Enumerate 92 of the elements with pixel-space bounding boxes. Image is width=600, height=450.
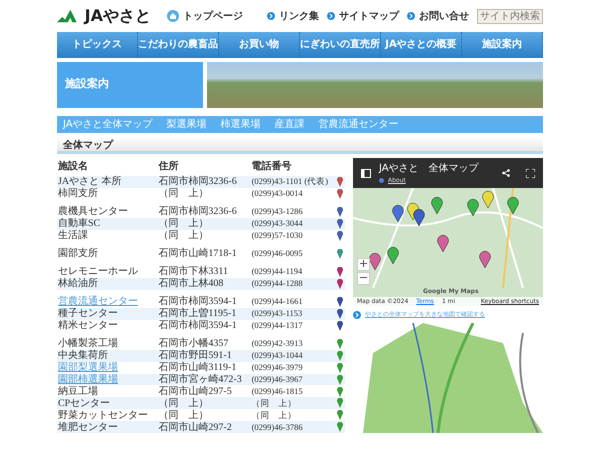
facility-link[interactable]: 園部梨選果場: [58, 362, 118, 374]
phone-text: (0299)43-1286: [252, 206, 303, 216]
column-header: 施設名: [57, 158, 158, 176]
subnav-link[interactable]: 営農流通センター: [318, 116, 399, 133]
phone-text: (0299)43-1153: [252, 308, 302, 318]
address-text: 石岡市柿岡3236-6: [158, 206, 237, 218]
header-link[interactable]: リンク集: [267, 8, 319, 24]
home-icon: [167, 10, 179, 22]
subnav-link[interactable]: 梨選果場: [166, 116, 207, 133]
facility-name: 堆肥センター: [58, 422, 118, 433]
facility-name: 精米センター: [58, 320, 118, 332]
facility-name: 納豆工場: [58, 386, 98, 397]
facility-name: 農機具センター: [58, 206, 128, 218]
logo-icon: [57, 9, 77, 23]
page-title: 施設案内: [57, 62, 203, 108]
facility-link[interactable]: 営農流通センター: [58, 296, 138, 308]
phone-text: (0299)44-1661: [252, 296, 303, 306]
phone-text: （同 上）: [252, 410, 297, 420]
arrow-circle-icon: [353, 310, 361, 318]
facility-name: セレモニーホール: [58, 266, 138, 278]
phone-text: (0299)44-1317: [252, 320, 303, 330]
phone-text: （同 上）: [252, 398, 297, 408]
info-icon: [379, 178, 384, 183]
nav-item[interactable]: こだわりの農畜品: [138, 32, 219, 58]
facility-name: 自動車SC: [58, 218, 100, 230]
map-title: JAやさと 全体マップ: [379, 162, 479, 176]
facility-name: 生活課: [58, 230, 88, 241]
arrow-circle-icon: [407, 12, 415, 20]
facility-name: 林給油所: [58, 278, 98, 290]
facility-name: 小幡製茶工場: [58, 338, 118, 350]
phone-text: (0299)46-0095: [252, 248, 303, 258]
phone-text: (0299)43-0014: [252, 188, 303, 198]
address-text: 石岡市山崎1718-1: [158, 248, 237, 260]
phone-text: (0299)46-3979: [252, 362, 303, 372]
search-field[interactable]: サイト内検索: [477, 8, 543, 24]
nav-item[interactable]: JAやさとの概要: [381, 32, 462, 58]
nav-item[interactable]: トピックス: [57, 32, 138, 58]
nav-item[interactable]: お買い物: [219, 32, 300, 58]
logo-text: JAやさと: [84, 5, 151, 27]
column-header: 電話番号: [250, 160, 293, 174]
address-text: 石岡市柿岡3594-1: [158, 296, 237, 308]
header-link[interactable]: サイトマップ: [327, 8, 399, 24]
arrow-circle-icon: [267, 12, 275, 20]
section-title: 全体マップ: [57, 137, 543, 154]
phone-text: (0299)43-3044: [252, 218, 303, 228]
facility-name: 園部支所: [58, 248, 98, 260]
address-text: （同 上）: [158, 410, 208, 421]
subnav-link[interactable]: JAやさと全体マップ: [63, 116, 153, 133]
plus-icon: [360, 260, 367, 268]
column-header: 住所: [157, 158, 251, 176]
facility-name: 中央集荷所: [58, 350, 108, 362]
facility-name: 柿岡支所: [58, 188, 98, 200]
address-text: 石岡市上林408: [158, 278, 224, 290]
fullscreen-icon: [526, 168, 535, 178]
address-text: 石岡市山崎297-2: [158, 422, 232, 433]
subnav-link[interactable]: 産直課: [274, 116, 305, 133]
zoom-in-button[interactable]: [357, 258, 370, 271]
address-text: 石岡市宮ヶ崎472-3: [158, 374, 242, 385]
facility-name: JAやさと 本所: [58, 176, 122, 188]
address-text: （同 上）: [158, 230, 208, 241]
address-text: 石岡市小幡4357: [158, 338, 228, 350]
address-text: （同 上）: [158, 218, 208, 230]
address-text: （同 上）: [158, 398, 208, 409]
address-text: 石岡市山崎297-5: [158, 386, 232, 397]
phone-text: (0299)46-1815: [252, 386, 303, 396]
arrow-circle-icon: [327, 12, 335, 20]
facility-name: 種子センター: [58, 308, 118, 320]
address-text: 石岡市山崎3119-1: [158, 362, 236, 374]
share-icon: [502, 169, 510, 177]
address-text: 石岡市下林3311: [158, 266, 228, 278]
address-text: 石岡市柿岡3594-1: [158, 320, 237, 332]
side-panel-icon: [361, 168, 371, 178]
subnav-link[interactable]: 柿選果場: [220, 116, 261, 133]
address-text: 石岡市上曽1195-1: [158, 308, 236, 320]
nav-item[interactable]: 施設案内: [462, 32, 543, 58]
facility-name: CPセンター: [58, 398, 110, 409]
phone-text: (0299)43-1101 (代表): [252, 176, 328, 186]
phone-text: (0299)43-1044: [252, 350, 303, 360]
facility-name: 野菜カットセンター: [58, 410, 148, 421]
phone-text: (0299)46-3786: [252, 422, 303, 432]
home-link[interactable]: トップページ: [167, 8, 243, 24]
phone-text: (0299)42-3913: [252, 338, 303, 348]
phone-text: (0299)46-3967: [252, 374, 303, 384]
address-text: （同 上）: [158, 188, 208, 200]
address-text: 石岡市柿岡3236-6: [158, 176, 237, 188]
header-link[interactable]: お問い合せ: [407, 8, 469, 24]
zoom-out-button[interactable]: [357, 272, 370, 285]
address-text: 石岡市野田591-1: [158, 350, 232, 362]
nav-item[interactable]: にぎわいの直売所: [300, 32, 381, 58]
phone-text: (0299)44-1288: [252, 278, 303, 288]
phone-text: (0299)57-1030: [252, 230, 303, 240]
phone-text: (0299)44-1194: [252, 266, 302, 276]
